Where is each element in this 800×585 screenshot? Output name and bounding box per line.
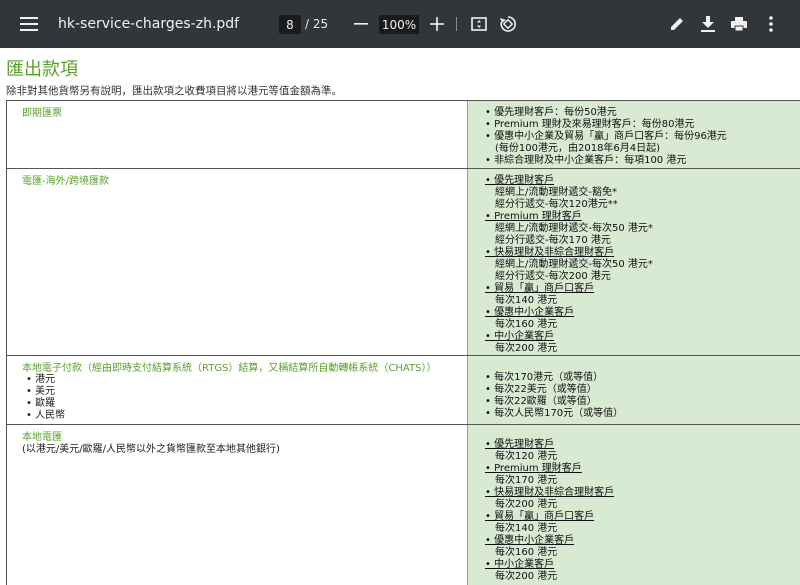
list-item: • 優先理財客戶: [485, 175, 555, 186]
annotate-button[interactable]: [666, 0, 688, 48]
list-item: 每次140 港元: [495, 523, 558, 534]
row-sublabel: (以港元/美元/歐羅/人民幣以外之貨幣匯款至本地其他銀行): [22, 444, 280, 455]
list-item: 每次200 港元: [495, 343, 558, 354]
list-item: 每次160 港元: [495, 547, 558, 558]
plus-icon: [430, 17, 444, 31]
list-item: • 每次22美元（或等值）: [485, 384, 597, 395]
page-total: / 25: [305, 17, 329, 31]
hamburger-icon: [20, 17, 38, 31]
list-item: 經網上/流動理財遞交-豁免*: [495, 187, 617, 198]
list-item: 每次140 港元: [495, 295, 558, 306]
list-item: • 快易理財及非綜合理財客戶: [485, 487, 615, 498]
table-row: 即期匯票 • 優先理財客戶：每份50港元 • Premium 理財及來易理財客戶…: [6, 100, 800, 168]
list-item: • Premium 理財客戶: [485, 463, 582, 474]
page-number-input[interactable]: 8: [279, 15, 301, 34]
list-item: 經分行遞交-每次170 港元: [495, 235, 611, 246]
download-icon: [701, 16, 715, 32]
list-item: 每次160 港元: [495, 319, 558, 330]
zoom-out-button[interactable]: [350, 0, 372, 48]
fit-to-page-button[interactable]: [468, 0, 490, 48]
list-item: 每次170 港元: [495, 475, 558, 486]
rotate-button[interactable]: [497, 0, 519, 48]
list-item: • Premium 理財及來易理財客戶：每份80港元: [485, 119, 695, 130]
list-item: (每份100港元，由2018年6月4日起): [495, 143, 661, 154]
more-options-button[interactable]: [760, 0, 782, 48]
currency-item: • 人民幣: [26, 410, 66, 421]
fit-page-icon: [471, 16, 487, 32]
list-item: • 優惠中小企業客戶: [485, 535, 575, 546]
pdf-page: 匯出款項 除非對其他貨幣另有說明，匯出款項之收費項目將以港元等值金額為準。 即期…: [0, 48, 800, 585]
more-vertical-icon: [769, 16, 773, 32]
section-note: 除非對其他貨幣另有說明，匯出款項之收費項目將以港元等值金額為準。: [6, 85, 342, 97]
list-item: • 非綜合理財及中小企業客戶：每項100 港元: [485, 155, 687, 166]
row-label: 電匯-海外/跨境匯款: [22, 176, 109, 187]
table-row: 電匯-海外/跨境匯款 • 優先理財客戶 經網上/流動理財遞交-豁免* 經分行遞交…: [6, 168, 800, 355]
toolbar-divider: [456, 17, 457, 31]
list-item: • 每次人民幣170元（或等值）: [485, 408, 624, 419]
file-name: hk-service-charges-zh.pdf: [58, 16, 240, 32]
list-item: 每次120 港元: [495, 451, 558, 462]
table-row: 本地電子付款（經由即時支付結算系統（RTGS）結算，又稱結算所自動轉帳系統（CH…: [6, 355, 800, 424]
list-item: 經網上/流動理財遞交-每次50 港元*: [495, 259, 653, 270]
list-item: 經分行遞交-每次120港元**: [495, 199, 618, 210]
print-button[interactable]: [728, 0, 750, 48]
section-title: 匯出款項: [6, 59, 78, 80]
row-label: 本地電子付款（經由即時支付結算系統（RTGS）結算，又稱結算所自動轉帳系統（CH…: [22, 363, 437, 374]
list-item: • 中小企業客戶: [485, 559, 555, 570]
list-item: 經網上/流動理財遞交-每次50 港元*: [495, 223, 653, 234]
zoom-input[interactable]: 100%: [379, 15, 419, 34]
minus-icon: [354, 23, 368, 25]
list-item: • 快易理財及非綜合理財客戶: [485, 247, 615, 258]
download-button[interactable]: [697, 0, 719, 48]
row-label: 即期匯票: [22, 108, 62, 119]
charges-table: 即期匯票 • 優先理財客戶：每份50港元 • Premium 理財及來易理財客戶…: [6, 100, 800, 585]
list-item: • Premium 理財客戶: [485, 211, 582, 222]
list-item: 每次200 港元: [495, 499, 558, 510]
list-item: • 中小企業客戶: [485, 331, 555, 342]
rotate-icon: [499, 15, 517, 33]
menu-button[interactable]: [14, 0, 44, 48]
list-item: • 貿易「贏」商戶口客戶: [485, 283, 595, 294]
list-item: • 每次170港元（或等值）: [485, 372, 604, 383]
list-item: 經分行遞交-每次200 港元: [495, 271, 611, 282]
list-item: • 優惠中小企業及貿易「贏」商戶口客戶：每份96港元: [485, 131, 727, 142]
list-item: 每次200 港元: [495, 571, 558, 582]
zoom-in-button[interactable]: [426, 0, 448, 48]
list-item: • 優先理財客戶: [485, 439, 555, 450]
list-item: • 貿易「贏」商戶口客戶: [485, 511, 595, 522]
table-row: 本地電匯 (以港元/美元/歐羅/人民幣以外之貨幣匯款至本地其他銀行) • 優先理…: [6, 424, 800, 585]
list-item: • 優惠中小企業客戶: [485, 307, 575, 318]
pdf-toolbar: hk-service-charges-zh.pdf 8 / 25 100%: [0, 0, 800, 48]
list-item: • 每次22歐羅（或等值）: [485, 396, 597, 407]
printer-icon: [731, 16, 747, 32]
list-item: • 優先理財客戶：每份50港元: [485, 107, 617, 118]
pencil-icon: [669, 16, 685, 32]
